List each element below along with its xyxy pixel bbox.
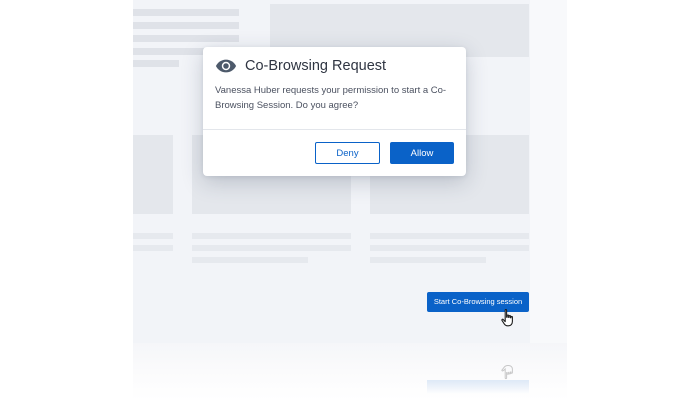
dialog-header: Co-Browsing Request — [215, 58, 386, 74]
screen: Start Co-Browsing session Co-Browsing Re… — [0, 0, 700, 400]
skeleton-text-line — [133, 233, 173, 239]
skeleton-text-line — [192, 233, 351, 239]
dialog-message: Vanessa Huber requests your permission t… — [215, 85, 447, 111]
cursor-reflection-icon — [501, 365, 513, 380]
skeleton-text-line — [133, 9, 239, 16]
skeleton-text-line — [192, 245, 351, 251]
skeleton-text-line — [133, 35, 239, 42]
eye-icon — [215, 59, 237, 73]
skeleton-text-line — [133, 245, 173, 251]
hand-pointer-icon — [501, 308, 513, 327]
co-browsing-request-dialog: Co-Browsing Request Vanessa Huber reques… — [203, 47, 466, 176]
skeleton-text-line — [133, 60, 179, 67]
skeleton-text-line — [192, 257, 308, 263]
allow-button[interactable]: Allow — [390, 142, 454, 164]
skeleton-text-line — [370, 257, 486, 263]
skeleton-text-line — [370, 233, 529, 239]
skeleton-text-line — [370, 245, 529, 251]
dialog-divider — [203, 129, 466, 130]
button-reflection — [427, 380, 529, 394]
skeleton-card-image — [133, 135, 173, 214]
skeleton-text-line — [133, 22, 239, 29]
right-side-panel — [530, 0, 567, 343]
deny-button[interactable]: Deny — [315, 142, 380, 164]
dialog-title: Co-Browsing Request — [245, 58, 387, 74]
